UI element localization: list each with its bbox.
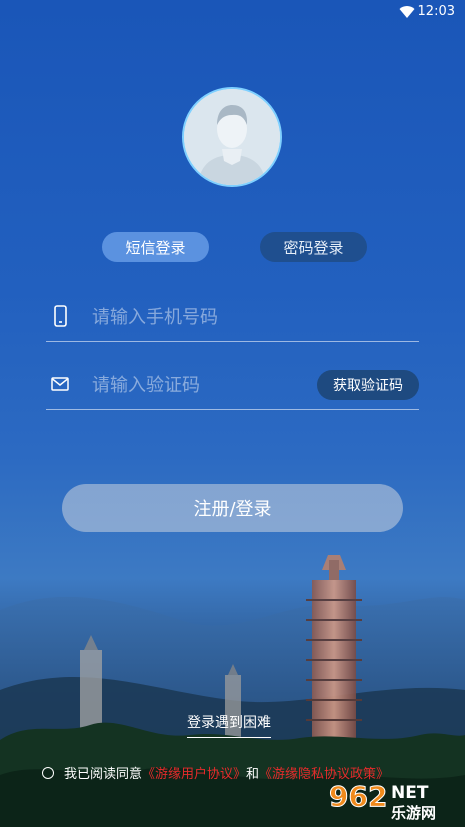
- status-bar: 12:03: [0, 0, 465, 24]
- agree-radio[interactable]: [42, 766, 54, 779]
- login-button[interactable]: 注册/登录: [62, 484, 403, 532]
- watermark-logo: 962 NET 乐游网: [329, 780, 437, 823]
- phone-field: [46, 291, 419, 342]
- user-silhouette-icon: [184, 89, 280, 185]
- tab-sms-login-label: 短信登录: [125, 238, 186, 257]
- get-code-label: 获取验证码: [333, 378, 403, 394]
- user-agreement-link[interactable]: 《游缘用户协议》: [142, 763, 246, 782]
- login-button-label: 注册/登录: [193, 499, 272, 520]
- verification-code-field: 获取验证码: [46, 359, 419, 410]
- watermark-suffix: NET: [391, 783, 429, 803]
- watermark-site: 乐游网: [391, 804, 436, 822]
- wifi-icon: [399, 6, 415, 19]
- watermark-brand: 962: [329, 780, 387, 813]
- agreement-and: 和: [246, 767, 260, 782]
- verification-code-input[interactable]: [90, 369, 344, 401]
- agreement-prefix: 我已阅读同意: [64, 767, 143, 782]
- tab-sms-login[interactable]: 短信登录: [102, 232, 209, 262]
- tab-password-login-label: 密码登录: [283, 238, 344, 257]
- phone-input[interactable]: [90, 301, 344, 333]
- tab-password-login[interactable]: 密码登录: [260, 232, 367, 262]
- phone-icon: [54, 305, 67, 327]
- mail-icon: [51, 377, 69, 391]
- status-time: 12:03: [417, 4, 455, 19]
- avatar[interactable]: [182, 87, 282, 187]
- get-code-button[interactable]: 获取验证码: [317, 370, 419, 400]
- login-help-link[interactable]: 登录遇到困难: [187, 712, 271, 738]
